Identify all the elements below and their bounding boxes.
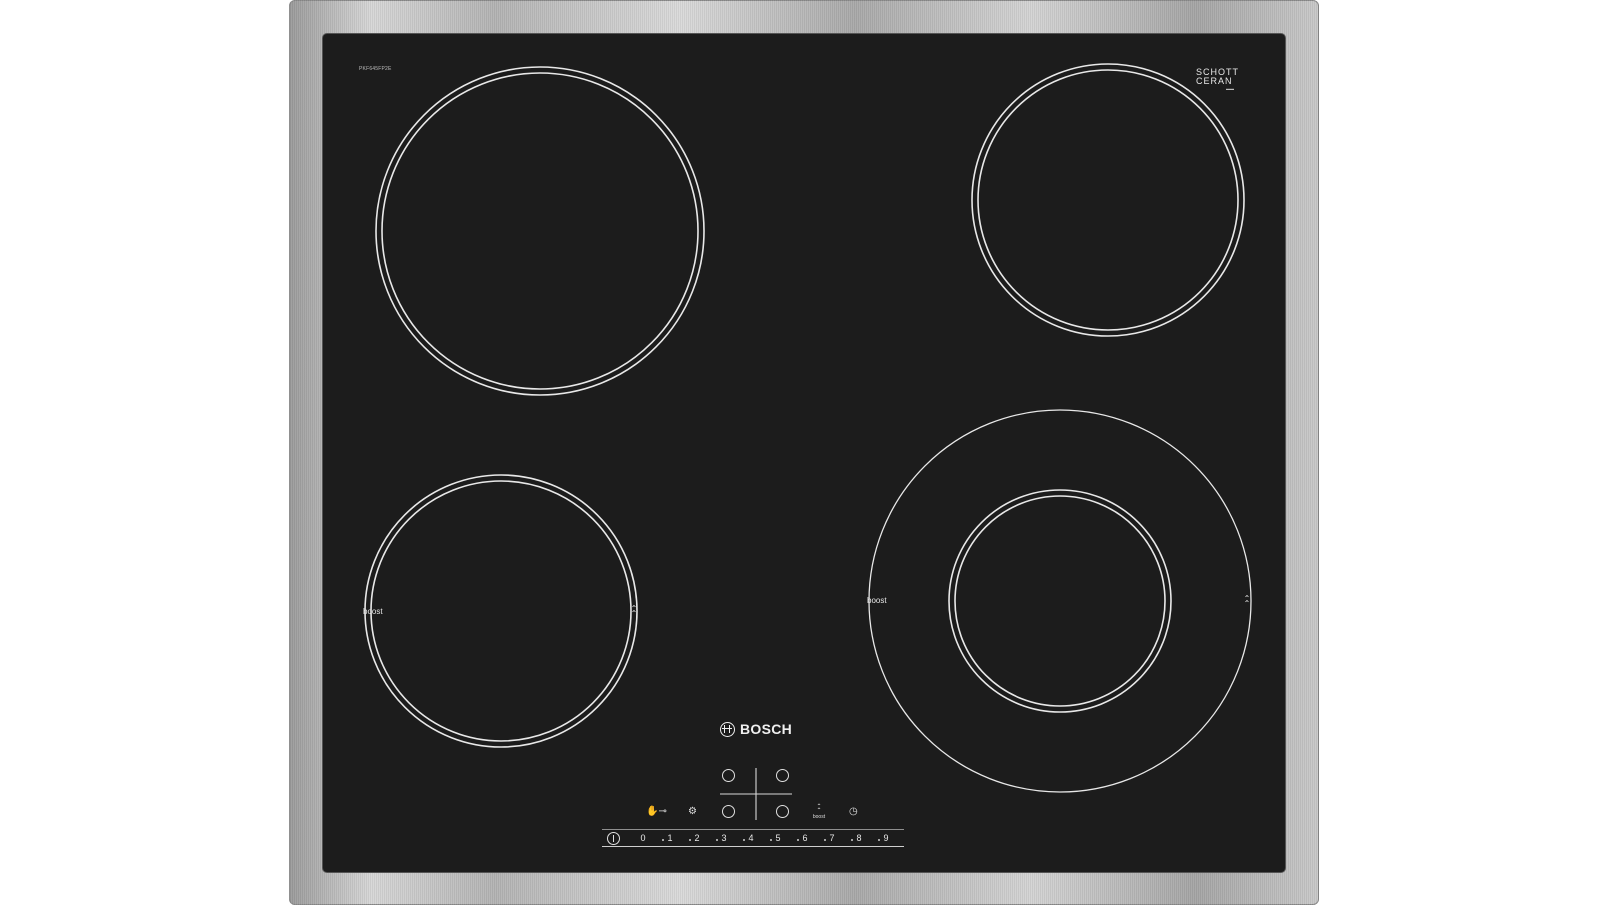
cooking-zones-layer: [364, 63, 1252, 820]
brand-name: BOSCH: [740, 721, 793, 737]
bosch-logo-icon: [720, 721, 735, 737]
zone-select-front-right-button[interactable]: [776, 805, 789, 818]
zone-rear-right: [971, 63, 1245, 337]
slider-level-8[interactable]: 8: [852, 833, 866, 843]
gear-icon[interactable]: ⚙: [688, 807, 697, 817]
slider-dot: [770, 839, 772, 841]
slider-dot: [878, 839, 880, 841]
slider-level-2[interactable]: 2: [690, 833, 704, 843]
slider-dot: [662, 839, 664, 841]
zone-select-front-left-button[interactable]: [722, 805, 735, 818]
slider-dot: [824, 839, 826, 841]
hand-key-icon[interactable]: ✋⊸: [646, 807, 667, 817]
power-level-slider[interactable]: 0 1 2 3 4 5 6 7 8 9: [602, 829, 904, 849]
slider-level-9[interactable]: 9: [879, 833, 893, 843]
slider-level-6[interactable]: 6: [798, 833, 812, 843]
front-right-double-chevron-icon: ⌃ ⌃: [1243, 594, 1251, 608]
zone-select-rear-left-button[interactable]: [722, 769, 735, 782]
bosch-brand: BOSCH: [720, 721, 792, 737]
zone-rear-left: [375, 66, 705, 396]
front-left-double-chevron-icon: ⌃ ⌃: [630, 604, 638, 618]
slider-level-0[interactable]: 0: [636, 833, 650, 843]
boost-key-label: boost: [812, 814, 826, 820]
slider-level-4[interactable]: 4: [744, 833, 758, 843]
slider-bottom-line: [602, 846, 904, 847]
boost-key[interactable]: ⌃ ⌃ boost: [811, 804, 827, 821]
slider-dot: [743, 839, 745, 841]
zone-front-left: [364, 474, 638, 748]
front-left-boost-label: boost: [363, 607, 383, 616]
clock-icon[interactable]: ◷: [849, 807, 858, 817]
slider-dot: [716, 839, 718, 841]
slider-top-line: [602, 829, 904, 830]
slider-level-7[interactable]: 7: [825, 833, 839, 843]
front-right-boost-label: boost: [867, 596, 887, 605]
slider-dot: [851, 839, 853, 841]
zone-front-right-dual: [868, 409, 1252, 793]
boost-key-chevron-icon: ⌃ ⌃: [816, 804, 822, 814]
slider-level-3[interactable]: 3: [717, 833, 731, 843]
slider-level-1[interactable]: 1: [663, 833, 677, 843]
slider-dot: [689, 839, 691, 841]
slider-dot: [797, 839, 799, 841]
slider-level-5[interactable]: 5: [771, 833, 785, 843]
zone-select-rear-right-button[interactable]: [776, 769, 789, 782]
